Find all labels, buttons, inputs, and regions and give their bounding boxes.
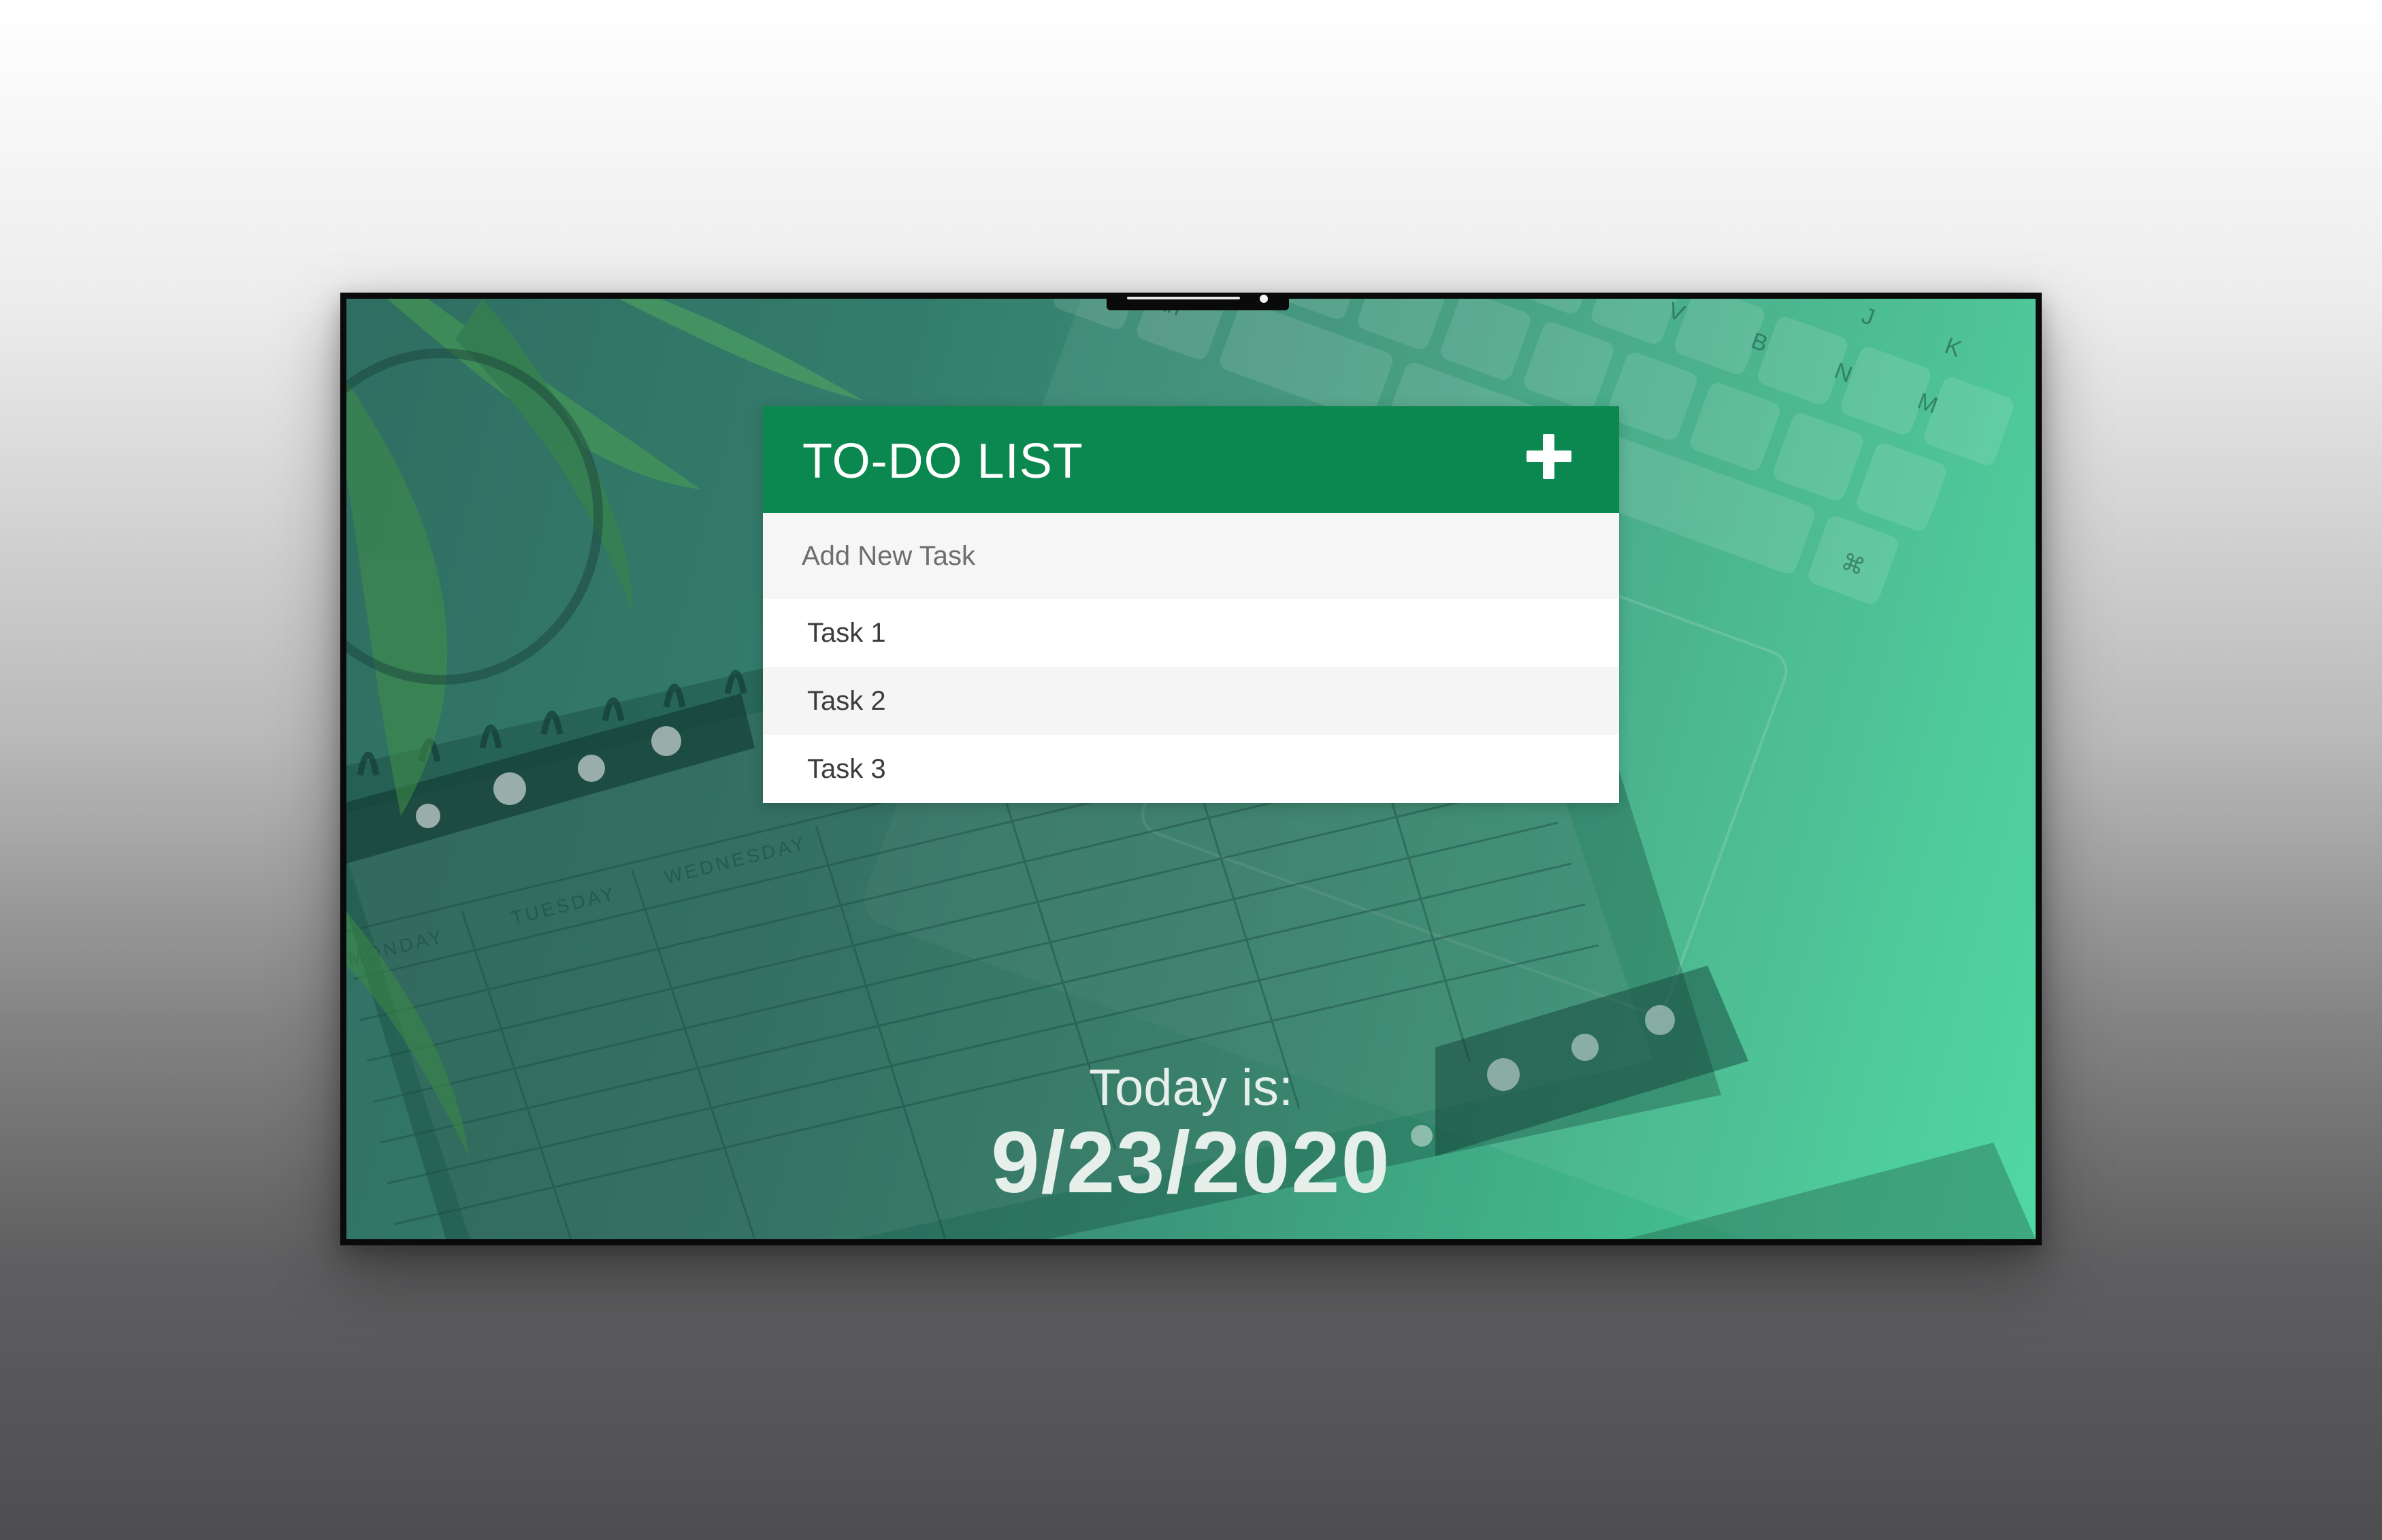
add-task-button[interactable] — [1515, 423, 1583, 491]
new-task-input[interactable] — [763, 513, 1619, 599]
task-item[interactable]: Task 1 — [763, 599, 1619, 667]
todo-card: TO-DO LIST Task 1 Task 2 Task 3 — [763, 406, 1619, 803]
task-item[interactable]: Task 3 — [763, 735, 1619, 803]
notch-line — [1127, 297, 1240, 299]
monitor-frame: fn ctrl Z X C V B N M G H J K ⌘ — [340, 293, 2042, 1245]
todo-header: TO-DO LIST — [763, 406, 1619, 513]
task-item[interactable]: Task 2 — [763, 667, 1619, 735]
app-title: TO-DO LIST — [802, 434, 1083, 489]
monitor-notch — [1107, 293, 1289, 310]
app-screen: fn ctrl Z X C V B N M G H J K ⌘ — [346, 299, 2036, 1239]
today-date: 9/23/2020 — [991, 1114, 1391, 1211]
camera-dot — [1260, 295, 1268, 303]
today-label: Today is: — [1089, 1059, 1293, 1117]
task-list: Task 1 Task 2 Task 3 — [763, 599, 1619, 803]
